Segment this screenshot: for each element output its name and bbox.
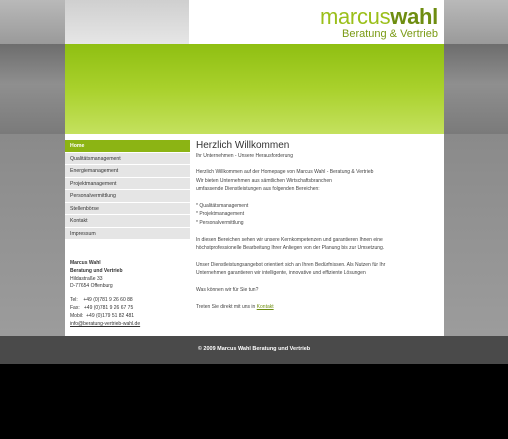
page-title: Herzlich Willkommen bbox=[196, 140, 290, 151]
intro-line-1: Herzlich Willkommen auf der Homepage von… bbox=[196, 169, 374, 176]
nav-item-kontakt[interactable]: Kontakt bbox=[65, 215, 190, 228]
intro-line-2: Wir bieten Unternehmen aus sämtlichen Wi… bbox=[196, 177, 332, 184]
cta-text: Treten Sie direkt mit uns in Kontakt bbox=[196, 303, 441, 311]
paragraph-2-line-1: Unser Dienstleistungsangebot orientiert … bbox=[196, 261, 386, 268]
nav-item-projektmanagement[interactable]: Projektmanagement bbox=[65, 177, 190, 190]
logo[interactable]: marcuswahl Beratung & Vertrieb bbox=[319, 4, 438, 41]
contact-street: Hildastraße 33 bbox=[70, 275, 103, 282]
logo-part2: wahl bbox=[390, 4, 438, 29]
cta-prefix: Treten Sie direkt mit uns in bbox=[196, 303, 257, 310]
logo-part1: marcus bbox=[319, 4, 391, 29]
contact-mobil: Mobil: +49 (0)179 51 82 481 bbox=[70, 312, 135, 319]
footer-copyright: © 2009 Marcus Wahl Beratung und Vertrieb bbox=[197, 346, 311, 352]
logo-wordmark: marcuswahl bbox=[319, 4, 438, 29]
content-area: Home Qualitätsmanagement Energiemanageme… bbox=[65, 134, 444, 336]
nav-item-qualitaetsmanagement[interactable]: Qualitätsmanagement bbox=[65, 152, 190, 165]
contact-address: Marcus Wahl Beratung und Vertrieb Hildas… bbox=[65, 260, 190, 328]
contact-city: D-77654 Offenburg bbox=[70, 283, 113, 290]
nav-item-personalvermittlung[interactable]: Personalvermittlung bbox=[65, 190, 190, 203]
service-item: * Projektmanagement bbox=[196, 211, 245, 218]
nav-item-impressum[interactable]: Impressum bbox=[65, 227, 190, 240]
contact-tel: Tel: +49 (0)781 9 26 60 88 bbox=[70, 297, 133, 304]
header-left-panel bbox=[65, 0, 189, 44]
nav-item-home[interactable]: Home bbox=[65, 140, 190, 153]
page-subtitle: Ihr Unternehmen - Unsere Herausforderung bbox=[196, 153, 293, 159]
nav-item-energiemanagement[interactable]: Energiemanagement bbox=[65, 165, 190, 178]
nav-item-stellenboerse[interactable]: Stellenbörse bbox=[65, 202, 190, 215]
header-banner bbox=[65, 44, 444, 134]
sidebar: Home Qualitätsmanagement Energiemanageme… bbox=[65, 140, 190, 328]
question-text: Was können wir für Sie tun? bbox=[196, 287, 259, 294]
contact-link[interactable]: Kontakt bbox=[257, 304, 274, 310]
header: marcuswahl Beratung & Vertrieb bbox=[65, 0, 444, 44]
contact-fax: Fax: +49 (0)781 9 26 67 75 bbox=[70, 304, 134, 311]
paragraph-2-line-2: Unternehmen garantieren wir intelligente… bbox=[196, 270, 366, 277]
logo-tagline: Beratung & Vertrieb bbox=[341, 28, 438, 40]
main-content: Herzlich Willkommen Ihr Unternehmen - Un… bbox=[196, 140, 441, 311]
contact-company: Beratung und Vertrieb bbox=[70, 267, 123, 274]
contact-name: Marcus Wahl bbox=[70, 260, 101, 266]
service-item: * Qualitätsmanagement bbox=[196, 203, 249, 209]
contact-email-link[interactable]: info@beratung-vertrieb-wahl.de bbox=[70, 321, 190, 329]
service-item: * Personalvermittlung bbox=[196, 219, 244, 226]
paragraph-1-line-1: In diesen Bereichen sehen wir unsere Ker… bbox=[196, 236, 383, 243]
page-container: marcuswahl Beratung & Vertrieb Home Qual… bbox=[65, 0, 444, 336]
intro-line-3: umfassende Dienstleistungen aus folgende… bbox=[196, 186, 320, 193]
paragraph-1-line-2: höchstprofessionelle Bearbeitung Ihrer A… bbox=[196, 245, 385, 252]
